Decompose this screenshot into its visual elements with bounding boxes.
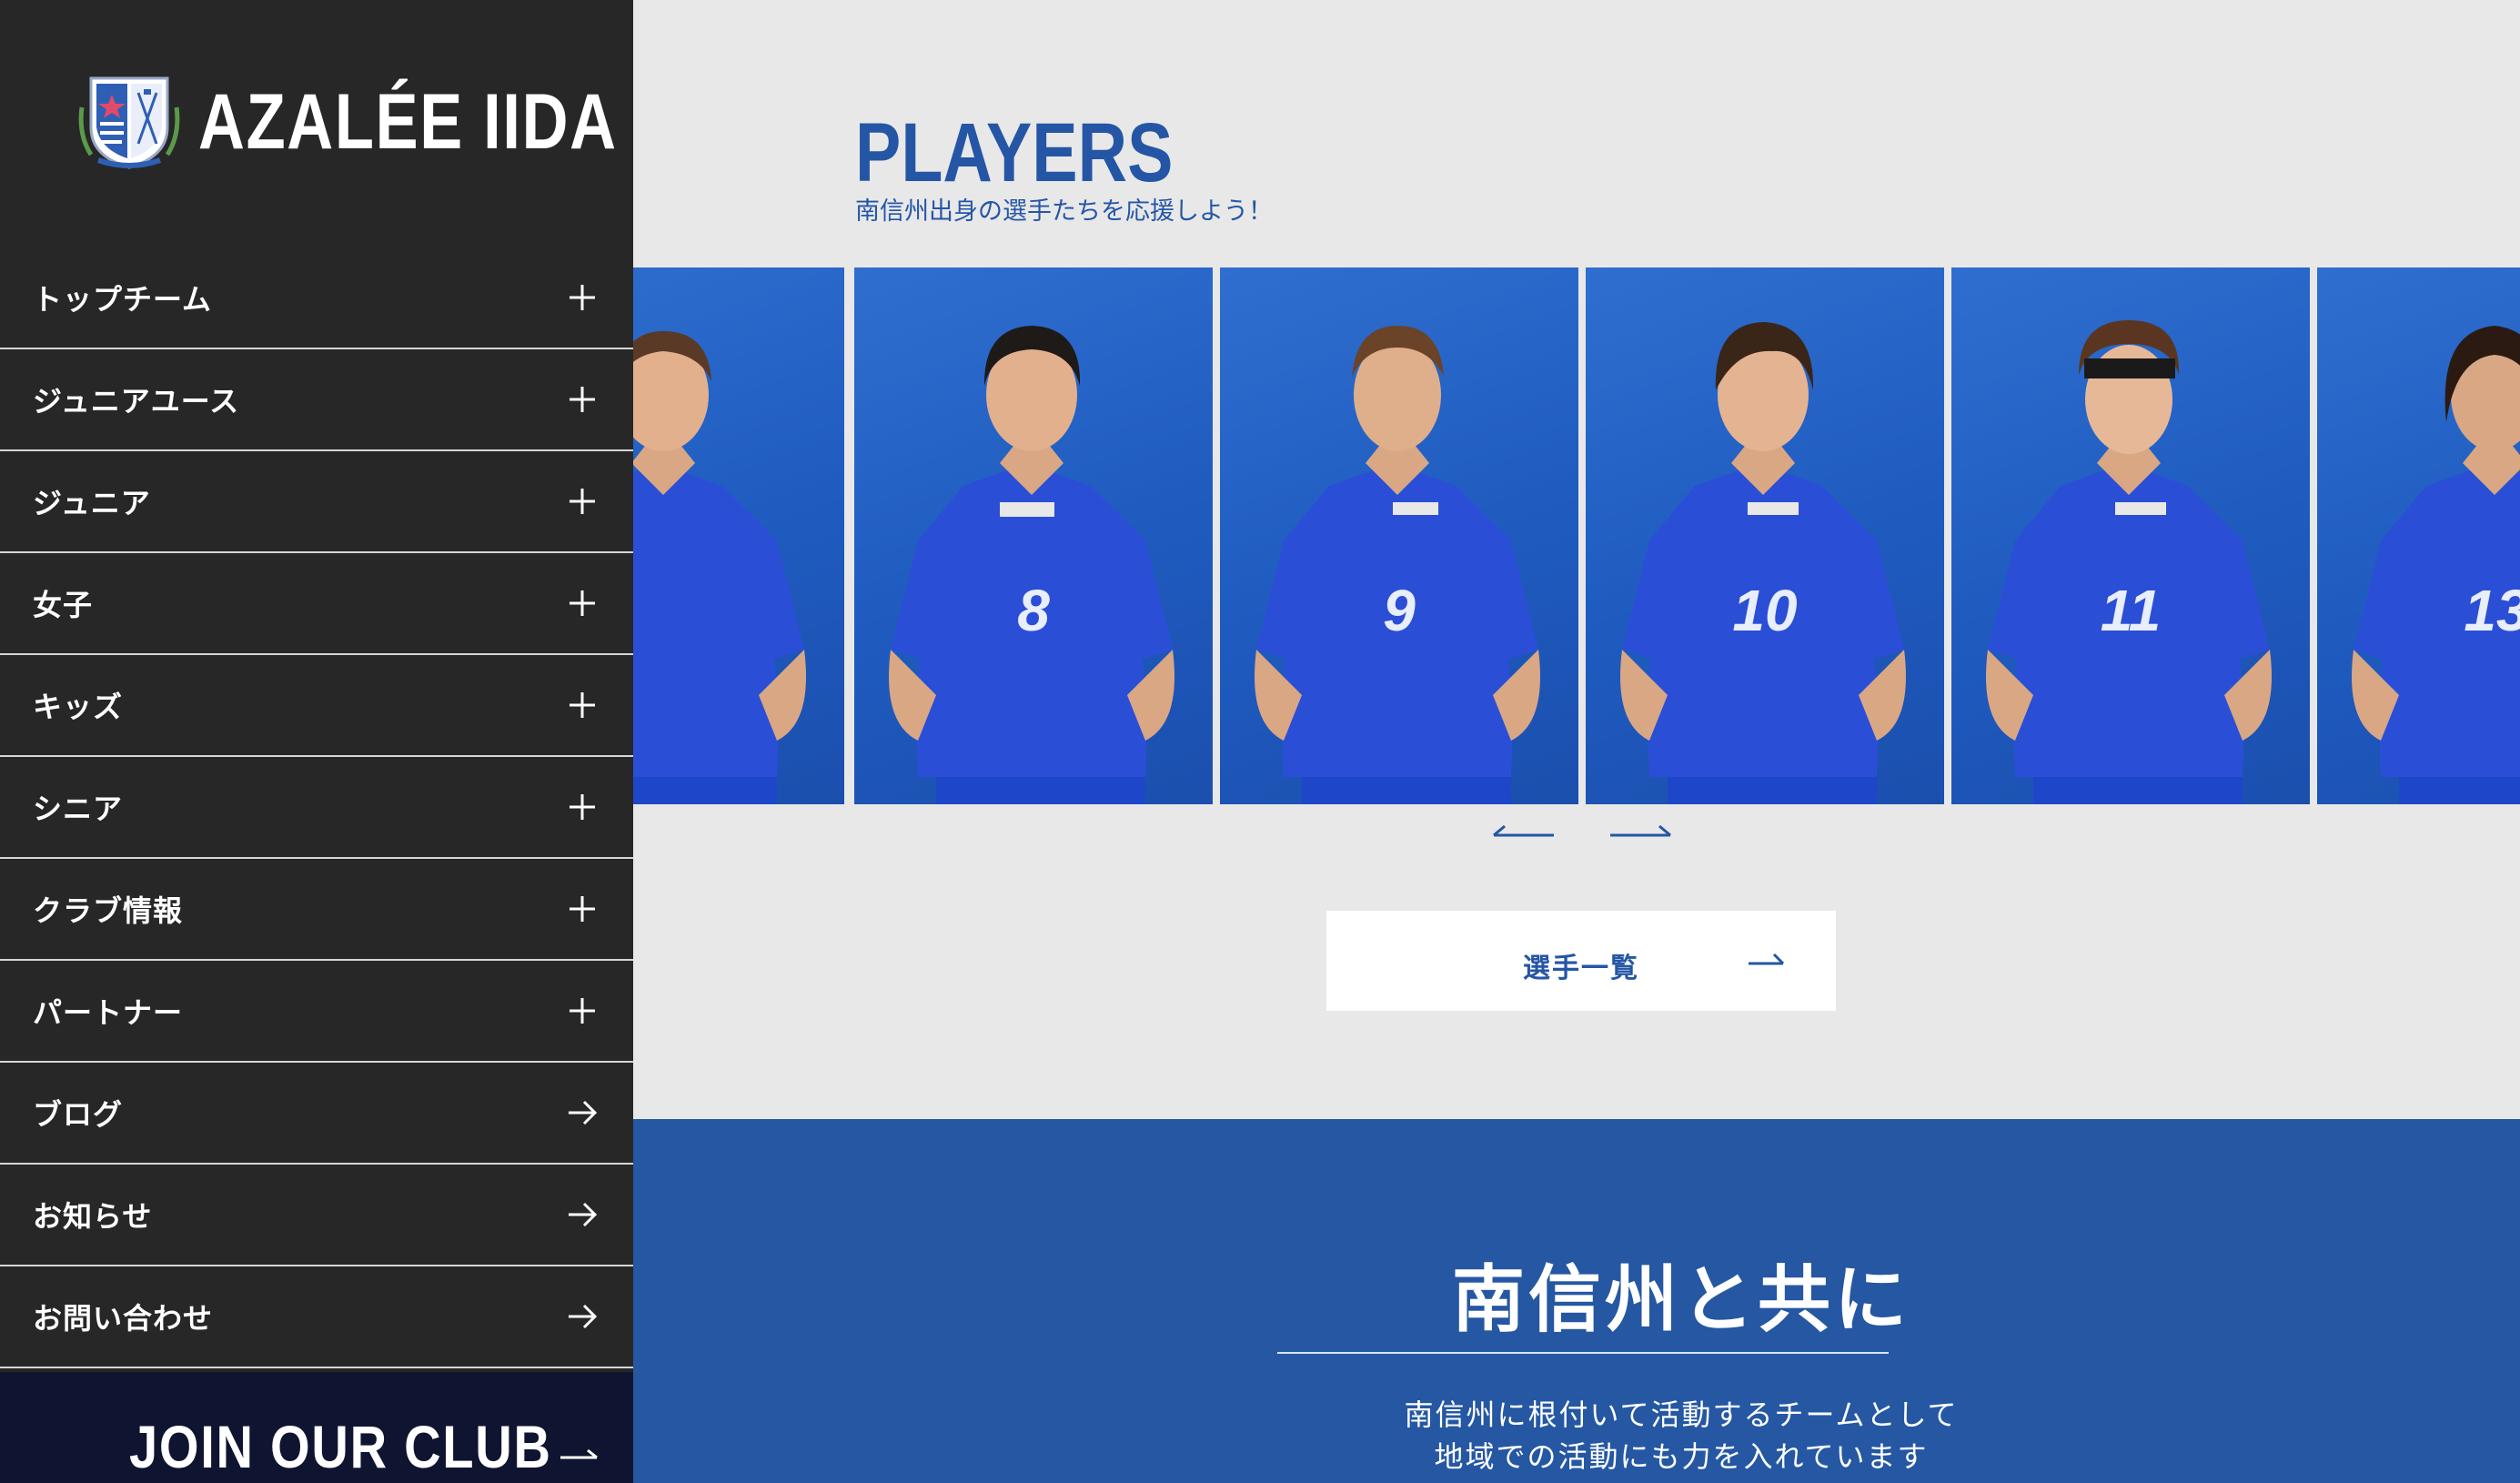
menu-item-label: 女子: [33, 588, 94, 622]
menu-item-label: お問い合わせ: [33, 1301, 214, 1336]
plus-icon: [564, 789, 600, 825]
jersey-number: 9: [1383, 578, 1416, 643]
community-heading: 南信州と共に: [1452, 1257, 1910, 1342]
menu-item-label: お知らせ: [33, 1199, 153, 1234]
menu-item-label: ジュニア: [33, 486, 151, 520]
player-photo: [1255, 326, 1540, 804]
jersey-number: 13: [2464, 578, 2520, 643]
club-crest-icon: [78, 76, 180, 169]
arrow-right-icon: [560, 1448, 598, 1459]
main-content: PLAYERS 南信州出身の選手たちを応援しよう！ 8 9 10 11 1 選手…: [633, 0, 2520, 1483]
players-carousel[interactable]: 8 9 10 11 1: [633, 267, 2520, 804]
arrow-right-icon: [564, 1298, 600, 1335]
divider: [1277, 1352, 1889, 1354]
menu-item-club-info[interactable]: クラブ情報: [0, 859, 633, 961]
menu-item-label: キッズ: [33, 690, 124, 724]
menu-item-contact[interactable]: お問い合わせ: [0, 1266, 633, 1368]
player-card[interactable]: 10: [1586, 267, 1944, 804]
community-section: 南信州と共に 南信州に根付いて活動するチームとして 地域での活動にも力を入れてい…: [633, 1119, 2520, 1483]
carousel-next-arrow-icon[interactable]: [1608, 821, 1672, 842]
arrow-right-icon: [1749, 953, 1785, 965]
menu-item-label: ブログ: [33, 1097, 124, 1132]
menu-item-label: トップチーム: [33, 282, 213, 317]
menu-item-label: クラブ情報: [33, 893, 184, 928]
menu-item-label: パートナー: [33, 995, 184, 1030]
plus-icon: [564, 585, 600, 621]
community-text-line: 地域での活動にも力を入れています: [1434, 1439, 1929, 1474]
arrow-right-icon: [564, 1095, 600, 1131]
player-photo: [633, 331, 806, 804]
menu-item-partner[interactable]: パートナー: [0, 961, 633, 1063]
menu-item-junior[interactable]: ジュニア: [0, 451, 633, 553]
join-our-club-button[interactable]: JOIN OUR CLUB: [0, 1372, 633, 1483]
player-card[interactable]: 9: [1220, 267, 1578, 804]
menu-item-blog[interactable]: ブログ: [0, 1063, 633, 1165]
plus-icon: [564, 891, 600, 927]
menu-item-top-team[interactable]: トップチーム: [0, 247, 633, 349]
carousel-prev-arrow-icon[interactable]: [1492, 821, 1556, 842]
sidebar: AZALÉE IIDA トップチーム ジュニアユース ジュニア 女子 キッズ シ…: [0, 0, 633, 1483]
player-card[interactable]: 11: [1951, 267, 2310, 804]
plus-icon: [564, 483, 600, 520]
menu-item-news[interactable]: お知らせ: [0, 1165, 633, 1266]
player-card[interactable]: 13: [2317, 267, 2520, 804]
players-subtitle: 南信州出身の選手たちを応援しよう！: [855, 197, 1273, 226]
plus-icon: [564, 993, 600, 1029]
player-card[interactable]: 8: [854, 267, 1213, 804]
plus-icon: [564, 381, 600, 418]
players-heading: PLAYERS: [855, 106, 1174, 199]
jersey-number: 11: [2100, 578, 2162, 643]
join-label: JOIN OUR CLUB: [129, 1413, 552, 1480]
player-photo: [1620, 322, 1906, 804]
jersey-number: 10: [1732, 578, 1798, 643]
player-photo: [2352, 326, 2520, 804]
menu-item-label: シニア: [33, 792, 124, 826]
menu-item-women[interactable]: 女子: [0, 553, 633, 655]
main-menu: トップチーム ジュニアユース ジュニア 女子 キッズ シニア クラブ情報 パート…: [0, 247, 633, 1368]
player-photo: [1986, 320, 2272, 804]
community-text-line: 南信州に根付いて活動するチームとして: [1404, 1397, 1959, 1432]
player-photo: [889, 326, 1174, 804]
player-card[interactable]: [633, 267, 844, 804]
arrow-right-icon: [564, 1196, 600, 1233]
logo-text: AZALÉE IIDA: [198, 77, 618, 166]
menu-item-senior[interactable]: シニア: [0, 757, 633, 859]
menu-item-kids[interactable]: キッズ: [0, 655, 633, 757]
jersey-number: 8: [1017, 578, 1050, 643]
player-list-button[interactable]: 選手一覧: [1326, 911, 1836, 1011]
menu-item-junior-youth[interactable]: ジュニアユース: [0, 349, 633, 451]
plus-icon: [564, 279, 600, 316]
site-logo[interactable]: AZALÉE IIDA: [78, 71, 633, 173]
plus-icon: [564, 687, 600, 723]
menu-item-label: ジュニアユース: [33, 384, 240, 419]
